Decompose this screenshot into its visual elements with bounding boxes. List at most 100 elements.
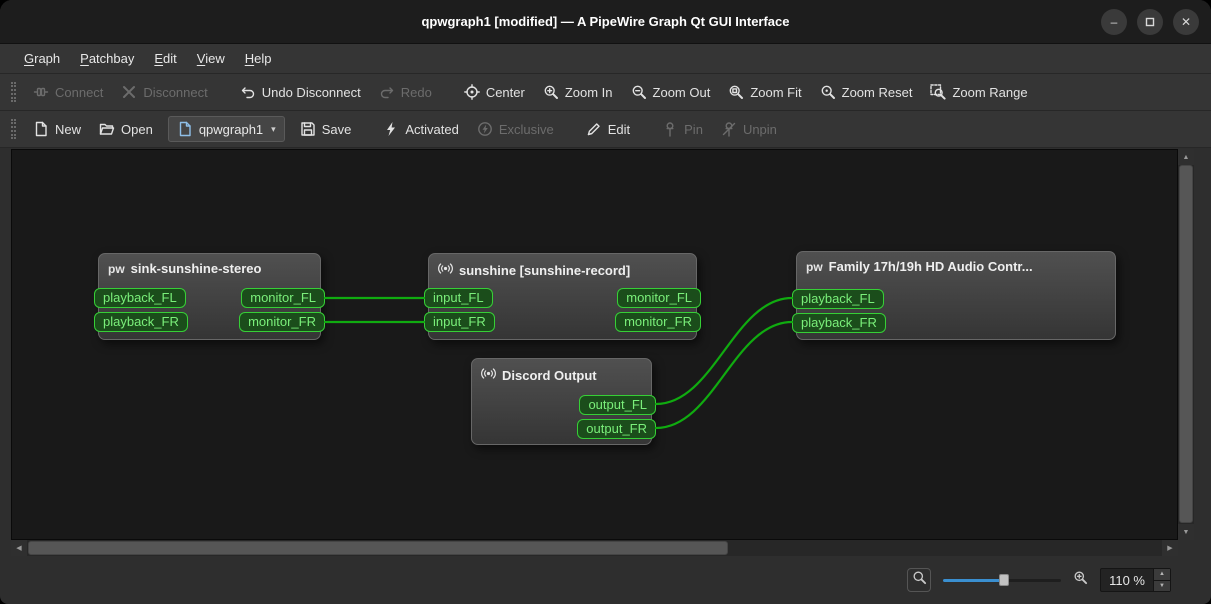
- port[interactable]: monitor_FL: [617, 288, 701, 308]
- toolbar-separator: [360, 129, 374, 130]
- zoom-spinbox[interactable]: 110 % ▲ ▼: [1100, 568, 1171, 592]
- maximize-icon: [1145, 17, 1155, 27]
- port[interactable]: playback_FL: [94, 288, 186, 308]
- window-title: qpwgraph1 [modified] — A PipeWire Graph …: [421, 14, 790, 29]
- graph-toolbar: Connect Disconnect Undo Disconnect Redo …: [0, 74, 1211, 111]
- zoom-out-icon: [631, 84, 647, 100]
- graph-canvas[interactable]: pw sink-sunshine-stereo playback_FL play…: [11, 149, 1178, 540]
- exclusive-button[interactable]: Exclusive: [468, 115, 563, 143]
- zoom-reset-button[interactable]: Zoom Reset: [811, 78, 922, 106]
- port[interactable]: monitor_FR: [239, 312, 325, 332]
- menubar: Graph Patchbay Edit View Help: [0, 44, 1211, 74]
- save-button[interactable]: Save: [291, 115, 361, 143]
- menu-graph[interactable]: Graph: [14, 47, 70, 70]
- scroll-down-arrow[interactable]: ▼: [1178, 524, 1194, 540]
- spin-up-button[interactable]: ▲: [1154, 569, 1170, 580]
- port[interactable]: input_FR: [424, 312, 495, 332]
- file-toolbar: New Open qpwgraph1 ▾ Save Activated Excl…: [0, 111, 1211, 148]
- edit-button[interactable]: Edit: [577, 115, 639, 143]
- spin-buttons: ▲ ▼: [1153, 569, 1170, 591]
- scroll-left-arrow[interactable]: ◀: [11, 540, 27, 556]
- zoom-in-small-button[interactable]: [1073, 570, 1088, 590]
- save-icon: [300, 121, 316, 137]
- spin-down-button[interactable]: ▼: [1154, 579, 1170, 591]
- minimize-button[interactable]: –: [1101, 9, 1127, 35]
- zoom-slider[interactable]: [943, 572, 1062, 588]
- pencil-icon: [586, 121, 602, 137]
- graph-select[interactable]: qpwgraph1 ▾: [167, 116, 285, 142]
- center-icon: [463, 84, 480, 100]
- undo-icon: [240, 84, 256, 100]
- maximize-button[interactable]: [1137, 9, 1163, 35]
- statusbar: 110 % ▲ ▼: [0, 556, 1211, 604]
- disconnect-icon: [121, 84, 137, 100]
- pin-button[interactable]: Pin: [653, 115, 712, 143]
- port[interactable]: output_FR: [577, 419, 656, 439]
- toolbar-grip[interactable]: [11, 119, 16, 139]
- zoom-out-small-button[interactable]: [907, 568, 932, 592]
- zoom-value[interactable]: 110 %: [1101, 569, 1153, 591]
- port[interactable]: output_FL: [579, 395, 656, 415]
- activated-button[interactable]: Activated: [374, 115, 467, 143]
- zoom-reset-icon: [820, 84, 836, 100]
- open-folder-icon: [99, 121, 115, 137]
- zoom-slider-handle[interactable]: [999, 574, 1010, 586]
- node-discord-output[interactable]: Discord Output output_FL output_FR: [471, 358, 656, 445]
- menu-patchbay[interactable]: Patchbay: [70, 47, 144, 70]
- zoom-fit-button[interactable]: Zoom Fit: [719, 78, 810, 106]
- port[interactable]: playback_FL: [792, 289, 884, 309]
- window-controls: – ✕: [1101, 9, 1199, 35]
- node-title: pw sink-sunshine-stereo: [108, 261, 262, 276]
- menu-view[interactable]: View: [187, 47, 235, 70]
- vertical-scrollbar-thumb[interactable]: [1179, 165, 1193, 523]
- connect-icon: [33, 84, 49, 100]
- scroll-up-arrow[interactable]: ▲: [1178, 149, 1194, 165]
- monitor-icon: [438, 261, 453, 279]
- menu-help[interactable]: Help: [235, 47, 282, 70]
- zoom-range-icon: [930, 84, 947, 100]
- toolbar-separator: [441, 92, 455, 93]
- horizontal-scrollbar-thumb[interactable]: [28, 541, 728, 555]
- scroll-right-arrow[interactable]: ▶: [1162, 540, 1178, 556]
- undo-disconnect-button[interactable]: Undo Disconnect: [231, 78, 370, 106]
- menu-edit[interactable]: Edit: [144, 47, 186, 70]
- port[interactable]: monitor_FL: [241, 288, 325, 308]
- close-button[interactable]: ✕: [1173, 9, 1199, 35]
- app-window: qpwgraph1 [modified] — A PipeWire Graph …: [0, 0, 1211, 604]
- toolbar-separator: [217, 92, 231, 93]
- connections-layer: [323, 296, 794, 430]
- zoom-range-button[interactable]: Zoom Range: [921, 78, 1036, 106]
- pipewire-icon: pw: [108, 261, 125, 276]
- zoom-in-button[interactable]: Zoom In: [534, 78, 622, 106]
- exclusive-lightning-icon: [477, 121, 493, 137]
- horizontal-scrollbar[interactable]: ◀ ▶: [11, 540, 1178, 556]
- zoom-slider-fill: [943, 579, 1005, 582]
- pin-icon: [662, 121, 678, 137]
- open-button[interactable]: Open: [90, 115, 162, 143]
- magnifier-icon: [912, 570, 927, 590]
- disconnect-button[interactable]: Disconnect: [112, 78, 216, 106]
- toolbar-grip[interactable]: [11, 82, 16, 102]
- port[interactable]: playback_FR: [94, 312, 188, 332]
- node-title: sunshine [sunshine-record]: [429, 254, 696, 279]
- center-button[interactable]: Center: [455, 78, 534, 106]
- port[interactable]: playback_FR: [792, 313, 886, 333]
- vertical-scrollbar[interactable]: ▲ ▼: [1178, 149, 1194, 540]
- scrollbar-corner: [1178, 540, 1194, 556]
- port[interactable]: input_FL: [424, 288, 493, 308]
- zoom-out-button[interactable]: Zoom Out: [622, 78, 720, 106]
- node-family-hd-audio[interactable]: pw Family 17h/19h HD Audio Contr... play…: [792, 251, 1116, 340]
- port[interactable]: monitor_FR: [615, 312, 701, 332]
- new-file-icon: [33, 121, 49, 137]
- new-button[interactable]: New: [24, 115, 90, 143]
- node-sunshine[interactable]: sunshine [sunshine-record] input_FL inpu…: [424, 253, 701, 340]
- unpin-button[interactable]: Unpin: [712, 115, 786, 143]
- redo-button[interactable]: Redo: [370, 78, 441, 106]
- unpin-icon: [721, 121, 737, 137]
- zoom-fit-icon: [728, 84, 744, 100]
- chevron-down-icon: ▾: [271, 123, 276, 134]
- pipewire-icon: pw: [806, 259, 823, 274]
- node-sink-sunshine-stereo[interactable]: pw sink-sunshine-stereo playback_FL play…: [94, 253, 325, 340]
- connect-button[interactable]: Connect: [24, 78, 112, 106]
- monitor-icon: [481, 366, 496, 384]
